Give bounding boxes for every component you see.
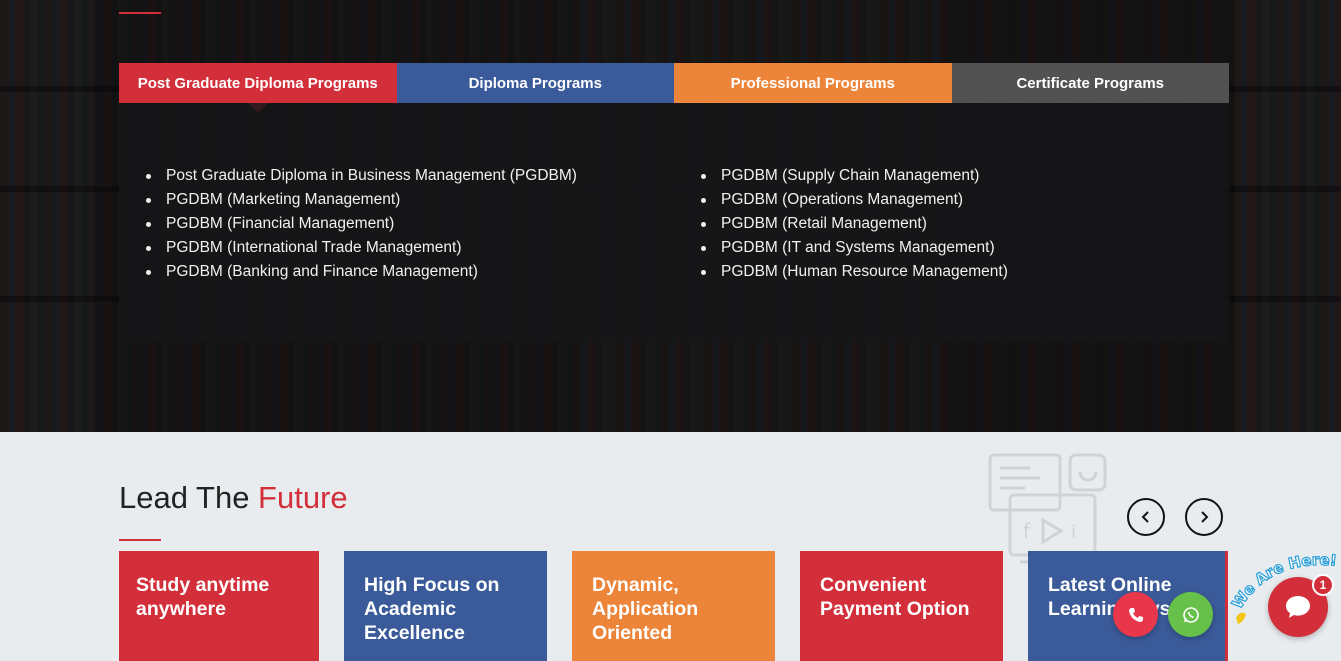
program-item[interactable]: PGDBM (Financial Management) <box>146 212 577 236</box>
svg-text:i: i <box>1071 522 1076 543</box>
program-item[interactable]: PGDBM (Marketing Management) <box>146 188 577 212</box>
feature-card[interactable]: Convenient Payment Option <box>800 551 1003 661</box>
call-button[interactable] <box>1113 592 1158 637</box>
program-list-right: PGDBM (Supply Chain Management) PGDBM (O… <box>701 164 1008 284</box>
tab-diploma[interactable]: Diploma Programs <box>396 63 674 103</box>
whatsapp-icon <box>1182 606 1199 623</box>
feature-card-label: Study anytime anywhere <box>136 574 270 620</box>
phone-icon <box>1128 607 1143 622</box>
tab-label: Certificate Programs <box>1016 74 1165 92</box>
program-item[interactable]: PGDBM (Retail Management) <box>701 212 1008 236</box>
program-item[interactable]: PGDBM (Supply Chain Management) <box>701 164 1008 188</box>
chevron-left-icon <box>1141 511 1149 523</box>
program-item[interactable]: PGDBM (Operations Management) <box>701 188 1008 212</box>
title-prefix: Lead The <box>119 480 259 515</box>
feature-card-label: Dynamic, Application Oriented <box>592 574 699 644</box>
program-item[interactable]: PGDBM (IT and Systems Management) <box>701 236 1008 260</box>
feature-card-label: High Focus on Academic Excellence <box>364 574 500 644</box>
program-item[interactable]: PGDBM (Human Resource Management) <box>701 260 1008 284</box>
chat-bubble-icon <box>1286 596 1310 618</box>
tab-post-graduate-diploma[interactable]: Post Graduate Diploma Programs <box>119 63 397 113</box>
section-accent-line <box>119 12 161 14</box>
program-item[interactable]: PGDBM (International Trade Management) <box>146 236 577 260</box>
whatsapp-button[interactable] <box>1168 592 1213 637</box>
section-title: Lead The Future <box>119 480 348 516</box>
feature-card[interactable]: Dynamic, Application Oriented <box>572 551 775 661</box>
unread-count-badge: 1 <box>1312 574 1334 596</box>
tab-label: Professional Programs <box>730 74 895 92</box>
waving-hand-icon <box>1236 612 1246 624</box>
programs-panel: Post Graduate Diploma in Business Manage… <box>119 103 1229 342</box>
svg-text:f: f <box>1023 519 1031 543</box>
feature-card[interactable]: High Focus on Academic Excellence <box>344 551 547 661</box>
tab-label: Post Graduate Diploma Programs <box>137 74 378 92</box>
feature-card[interactable]: Study anytime anywhere <box>119 551 319 661</box>
program-item[interactable]: Post Graduate Diploma in Business Manage… <box>146 164 577 188</box>
title-underline <box>119 539 161 541</box>
program-list-left: Post Graduate Diploma in Business Manage… <box>146 164 577 284</box>
tab-label: Diploma Programs <box>468 74 602 92</box>
carousel-next-button[interactable] <box>1185 498 1223 536</box>
carousel-prev-button[interactable] <box>1127 498 1165 536</box>
title-highlight: Future <box>258 480 348 515</box>
tab-professional[interactable]: Professional Programs <box>674 63 952 103</box>
chevron-right-icon <box>1201 511 1209 523</box>
program-item[interactable]: PGDBM (Banking and Finance Management) <box>146 260 577 284</box>
tab-certificate[interactable]: Certificate Programs <box>951 63 1229 103</box>
feature-card-label: Convenient Payment Option <box>820 574 970 620</box>
program-tabs: Post Graduate Diploma Programs Diploma P… <box>119 63 1229 113</box>
